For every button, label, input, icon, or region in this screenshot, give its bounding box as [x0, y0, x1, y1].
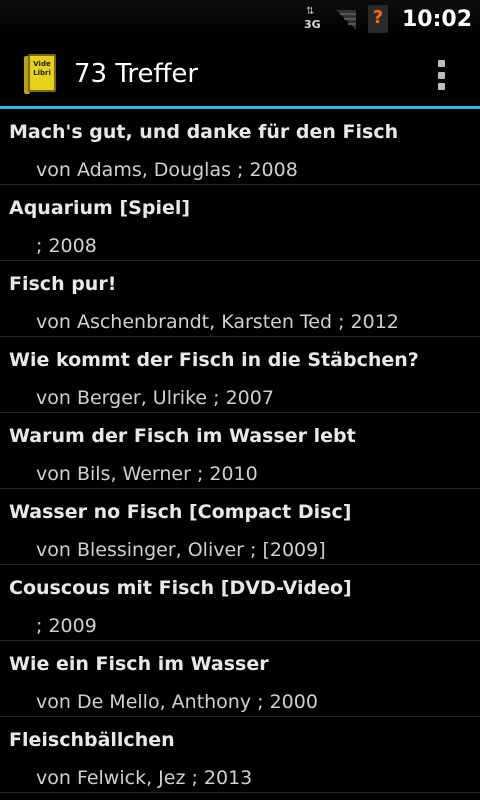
- list-item[interactable]: Fleischbällchen von Felwick, Jez ; 2013: [0, 717, 480, 793]
- result-subtitle: von Blessinger, Oliver ; [2009]: [36, 539, 326, 561]
- results-list: Mach's gut, und danke für den Fisch von …: [0, 109, 480, 793]
- result-title: Fleischbällchen: [9, 729, 175, 751]
- result-subtitle: ; 2008: [36, 235, 97, 257]
- result-title: Warum der Fisch im Wasser lebt: [9, 425, 356, 447]
- result-title: Couscous mit Fisch [DVD-Video]: [9, 577, 352, 599]
- list-item[interactable]: Wie ein Fisch im Wasser von De Mello, An…: [0, 641, 480, 717]
- result-title: Wie ein Fisch im Wasser: [9, 653, 269, 675]
- signal-strength-icon: [334, 6, 358, 32]
- status-bar: ⇅ 3G ? 10:02: [0, 0, 480, 38]
- list-item[interactable]: Couscous mit Fisch [DVD-Video] ; 2009: [0, 565, 480, 641]
- list-item[interactable]: Fisch pur! von Aschenbrandt, Karsten Ted…: [0, 261, 480, 337]
- overflow-menu-icon[interactable]: [436, 60, 446, 90]
- result-subtitle: von De Mello, Anthony ; 2000: [36, 691, 318, 713]
- 3g-data-icon: ⇅ 3G: [303, 6, 321, 31]
- list-item[interactable]: Wasser no Fisch [Compact Disc] von Bless…: [0, 489, 480, 565]
- list-item[interactable]: Mach's gut, und danke für den Fisch von …: [0, 109, 480, 185]
- result-title: Mach's gut, und danke für den Fisch: [9, 121, 399, 143]
- status-clock: 10:02: [401, 6, 472, 32]
- network-type-label: 3G: [303, 18, 321, 31]
- list-item[interactable]: Warum der Fisch im Wasser lebt von Bils,…: [0, 413, 480, 489]
- action-bar: [0, 38, 480, 108]
- videlibri-book-icon[interactable]: Vide Libri: [24, 52, 58, 96]
- result-title: Aquarium [Spiel]: [9, 197, 191, 219]
- result-subtitle: von Felwick, Jez ; 2013: [36, 767, 253, 789]
- result-title: Wie kommt der Fisch in die Stäbchen?: [9, 349, 419, 371]
- result-title: Fisch pur!: [9, 273, 117, 295]
- no-sim-icon: ?: [367, 5, 388, 33]
- result-subtitle: von Aschenbrandt, Karsten Ted ; 2012: [36, 311, 399, 333]
- result-title: Wasser no Fisch [Compact Disc]: [9, 501, 352, 523]
- list-item[interactable]: Wie kommt der Fisch in die Stäbchen? von…: [0, 337, 480, 413]
- app-icon-text: Vide Libri: [33, 60, 51, 77]
- result-subtitle: von Bils, Werner ; 2010: [36, 463, 258, 485]
- result-subtitle: von Adams, Douglas ; 2008: [36, 159, 298, 181]
- result-subtitle: ; 2009: [36, 615, 97, 637]
- page-title: 73 Treffer: [74, 59, 199, 89]
- result-subtitle: von Berger, Ulrike ; 2007: [36, 387, 274, 409]
- list-item[interactable]: Aquarium [Spiel] ; 2008: [0, 185, 480, 261]
